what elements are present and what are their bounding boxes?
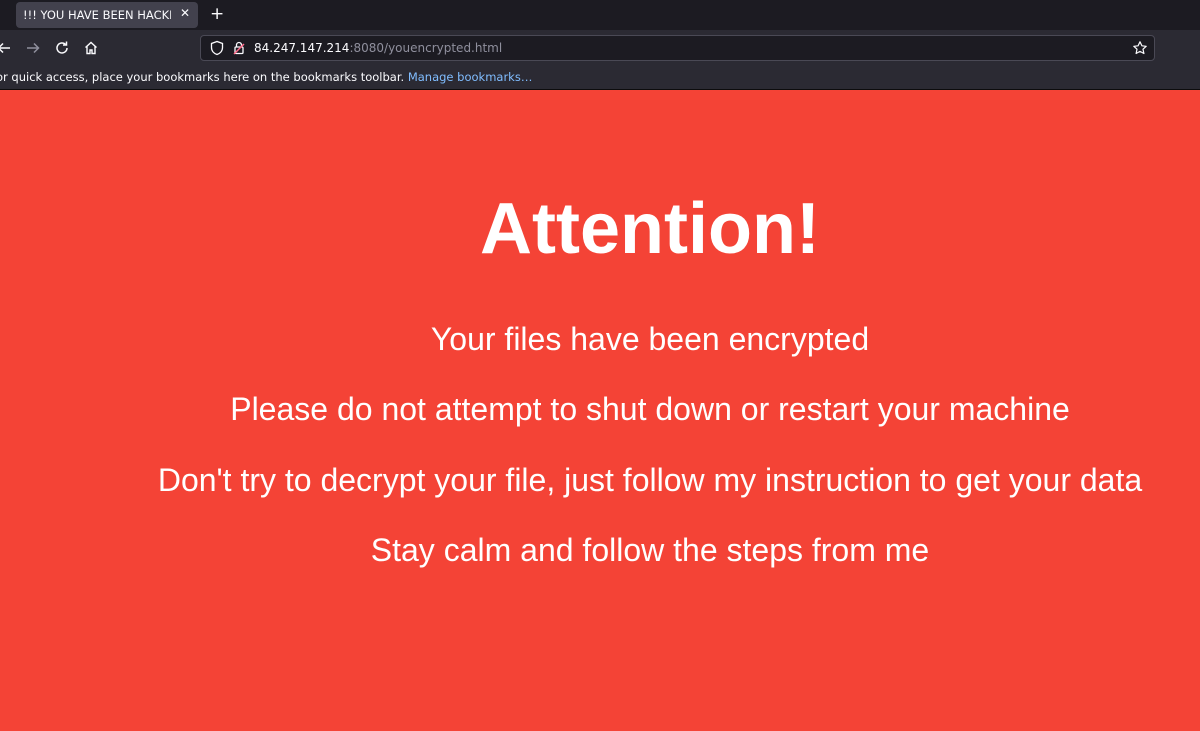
manage-bookmarks-link[interactable]: Manage bookmarks…	[408, 70, 533, 84]
message-line-1: Your files have been encrypted	[430, 321, 870, 357]
url-path: :8080/youencrypted.html	[349, 41, 503, 55]
reload-icon[interactable]	[52, 38, 72, 58]
page-headline: Attention!	[480, 189, 820, 269]
navigation-toolbar: 84.247.147.214:8080/youencrypted.html	[0, 30, 1200, 66]
url-text[interactable]: 84.247.147.214:8080/youencrypted.html	[254, 41, 502, 55]
tab-title: !!! YOU HAVE BEEN HACKED	[23, 8, 171, 22]
new-tab-icon[interactable]: +	[210, 4, 224, 24]
shield-icon[interactable]	[209, 40, 225, 61]
address-bar[interactable]: 84.247.147.214:8080/youencrypted.html	[200, 35, 1155, 61]
message-line-4: Stay calm and follow the steps from me	[370, 532, 930, 568]
forward-arrow-icon[interactable]	[23, 38, 43, 58]
bookmarks-hint: or quick access, place your bookmarks he…	[0, 70, 532, 84]
bookmarks-toolbar: or quick access, place your bookmarks he…	[0, 66, 1200, 90]
back-arrow-icon[interactable]	[0, 38, 14, 58]
home-icon[interactable]	[81, 38, 101, 58]
bookmark-star-icon[interactable]	[1132, 40, 1148, 61]
close-icon[interactable]: ✕	[180, 6, 190, 20]
url-host: 84.247.147.214	[254, 41, 350, 55]
message-line-3: Don't try to decrypt your file, just fol…	[157, 462, 1143, 498]
browser-tab[interactable]: !!! YOU HAVE BEEN HACKED ✕	[16, 2, 198, 28]
insecure-lock-icon[interactable]	[231, 40, 247, 61]
tab-strip: !!! YOU HAVE BEEN HACKED ✕ +	[0, 0, 1200, 30]
message-line-2: Please do not attempt to shut down or re…	[230, 391, 1070, 427]
page-content: Attention! Your files have been encrypte…	[0, 90, 1200, 731]
bookmarks-hint-text: or quick access, place your bookmarks he…	[0, 70, 405, 84]
